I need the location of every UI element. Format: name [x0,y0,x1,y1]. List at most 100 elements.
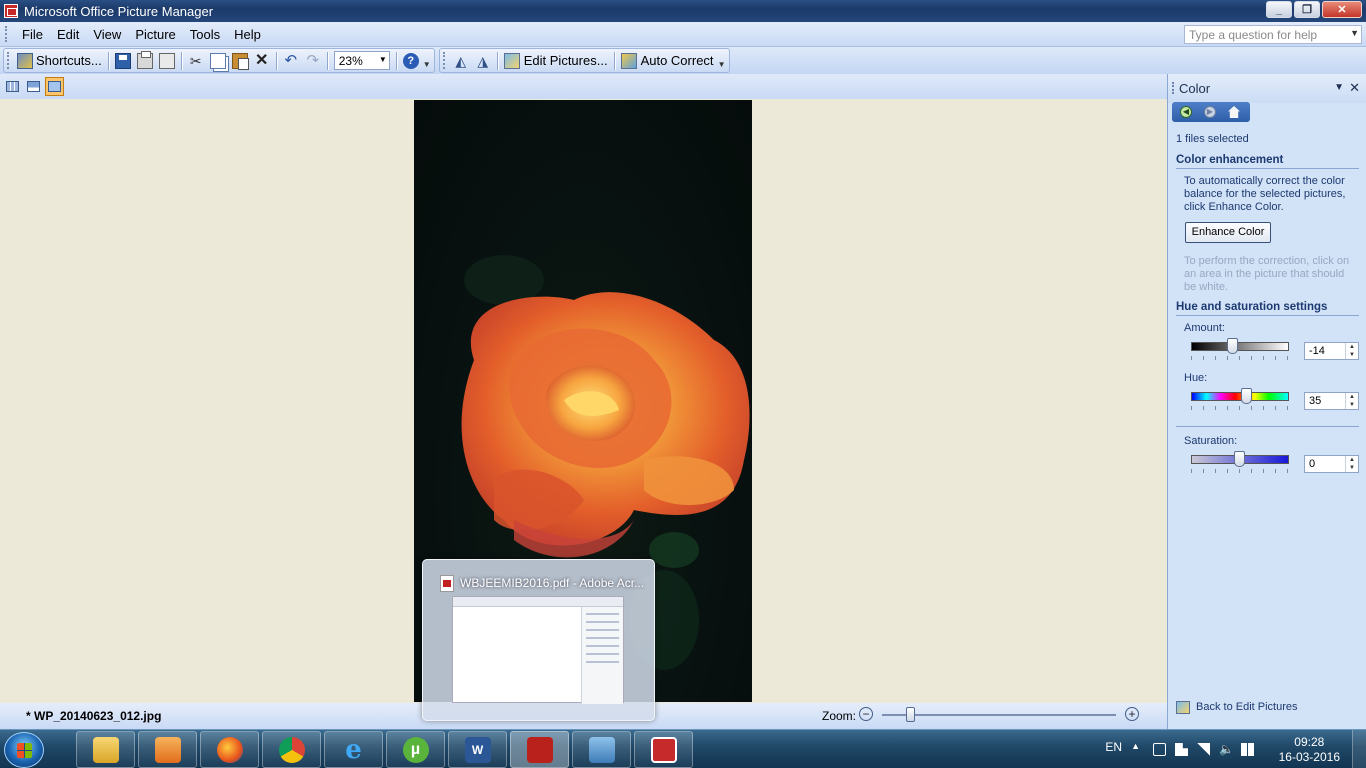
clock-time: 09:28 [1294,735,1325,749]
show-desktop-button[interactable] [1352,730,1366,768]
hue-stepper[interactable]: 35 ▲ ▼ [1304,392,1359,410]
taskbar-app-firefox[interactable] [200,731,259,768]
back-to-edit-pictures-link[interactable]: Back to Edit Pictures [1196,701,1298,713]
menu-view[interactable]: View [86,27,128,42]
taskbar-app-picture-manager[interactable] [634,731,693,768]
start-button[interactable] [4,732,44,768]
zoom-slider-track[interactable] [882,714,1116,716]
media-player-icon [154,736,181,763]
toolbar-separator [496,51,498,70]
menu-help[interactable]: Help [227,27,268,42]
hue-slider[interactable] [1191,388,1289,404]
language-indicator[interactable]: EN [1105,740,1122,754]
show-hidden-icons-icon[interactable]: ▲ [1131,741,1140,751]
chevron-down-icon[interactable]: ▼ [1334,82,1344,93]
enhance-color-button[interactable]: Enhance Color [1185,222,1271,243]
chrome-icon [278,736,305,763]
redo-icon: ↷ [306,51,320,69]
adobe-acrobat-icon [526,736,553,763]
shortcuts-button[interactable]: Shortcuts... [14,50,105,71]
windows-flag-icon[interactable] [1241,743,1254,756]
thumbnail-view-icon [6,81,19,92]
toolbar-separator [180,51,182,70]
close-icon[interactable]: ✕ [1349,80,1360,96]
taskbar-app-word[interactable]: W [448,731,507,768]
cut-button[interactable]: ✂ [185,50,207,71]
paste-button[interactable] [229,50,251,71]
rotate-right-button[interactable]: ◮ [472,50,494,71]
system-tray: EN ▲ 🔈 09:28 16-03-2016 [1066,730,1366,768]
help-search-input[interactable]: Type a question for help ▼ [1184,25,1362,44]
network-icon[interactable] [1197,743,1210,756]
menu-grip[interactable] [5,26,9,42]
back-nav-button[interactable]: ◀ [1175,104,1197,120]
toolbar-grip[interactable] [7,52,10,69]
saturation-stepper[interactable]: 0 ▲ ▼ [1304,455,1359,473]
taskbar-app-chrome[interactable] [262,731,321,768]
print-button[interactable] [134,50,156,71]
toolbar-options-button[interactable]: ▼ [717,60,727,69]
menu-picture[interactable]: Picture [128,27,182,42]
mail-button[interactable] [156,50,178,71]
shortcuts-icon [17,52,33,69]
delete-button[interactable]: ✕ [251,50,273,71]
copy-button[interactable] [207,50,229,71]
minimize-button[interactable]: _ [1266,1,1292,18]
spinner-arrows-icon[interactable]: ▲ ▼ [1345,456,1358,472]
edit-pictures-icon [1176,701,1190,714]
preview-thumbnail[interactable] [452,596,624,704]
zoom-slider-thumb[interactable] [906,707,916,722]
saturation-slider[interactable] [1191,451,1289,467]
clock-date: 16-03-2016 [1278,750,1340,764]
task-pane-nav: ◀ ▶ [1172,102,1250,122]
volume-icon[interactable]: 🔈 [1219,743,1234,756]
rotate-left-button[interactable]: ◭ [450,50,472,71]
zoom-label: Zoom: [822,709,857,723]
taskbar-app-utorrent[interactable]: µ [386,731,445,768]
redo-button[interactable]: ↷ [302,50,324,71]
forward-nav-button[interactable]: ▶ [1199,104,1221,120]
help-button[interactable]: ? [400,50,422,71]
taskbar-app-picture-viewer[interactable] [572,731,631,768]
menu-edit[interactable]: Edit [50,27,86,42]
undo-button[interactable]: ↶ [280,50,302,71]
taskbar-app-internet-explorer[interactable]: e [324,731,383,768]
hue-slider-thumb[interactable] [1240,388,1252,404]
amount-slider[interactable] [1191,338,1289,354]
clock[interactable]: 09:28 16-03-2016 [1279,735,1340,765]
picture-manager-icon [650,736,677,763]
toolbar-separator [326,51,328,70]
toolbar-grip[interactable] [442,52,446,69]
taskbar-thumbnail-preview[interactable]: WBJEEMIB2016.pdf - Adobe Acr... [422,559,655,721]
filmstrip-view-button[interactable] [24,77,43,96]
amount-label: Amount: [1184,322,1225,334]
taskbar-app-adobe-acrobat[interactable] [510,731,569,768]
menu-tools[interactable]: Tools [183,27,227,42]
spinner-arrows-icon[interactable]: ▲ ▼ [1345,343,1358,359]
amount-stepper[interactable]: -14 ▲ ▼ [1304,342,1359,360]
zoom-in-icon[interactable]: + [1125,707,1139,721]
edit-pictures-button[interactable]: Edit Pictures... [501,50,611,71]
close-button[interactable]: ✕ [1322,1,1362,18]
toolbar: Shortcuts... ✂ ✕ ↶ ↷ 23% ▼ ? ▼ ◭ ◮ Edit … [0,47,1366,74]
color-task-pane: Color ▼ ✕ ◀ ▶ 1 files selected Color enh… [1167,74,1366,729]
spinner-arrows-icon[interactable]: ▲ ▼ [1345,393,1358,409]
task-pane-grip[interactable] [1172,82,1175,94]
auto-correct-button[interactable]: Auto Correct [618,50,717,71]
taskbar-app-media-player[interactable] [138,731,197,768]
amount-slider-thumb[interactable] [1227,338,1239,354]
zoom-select[interactable]: 23% ▼ [333,51,390,70]
zoom-out-icon[interactable]: − [859,707,873,721]
home-nav-button[interactable] [1223,104,1245,120]
menu-file[interactable]: File [15,27,50,42]
restore-button[interactable]: ❐ [1294,1,1320,18]
thumbnail-view-button[interactable] [3,77,22,96]
single-picture-view-button[interactable] [45,77,64,96]
toolbar-options-button[interactable]: ▼ [422,60,432,69]
saturation-slider-thumb[interactable] [1234,451,1245,467]
battery-icon[interactable] [1153,743,1166,756]
print-icon [136,50,153,69]
save-button[interactable] [112,50,134,71]
action-center-icon[interactable] [1175,743,1188,756]
taskbar-app-explorer[interactable] [76,731,135,768]
